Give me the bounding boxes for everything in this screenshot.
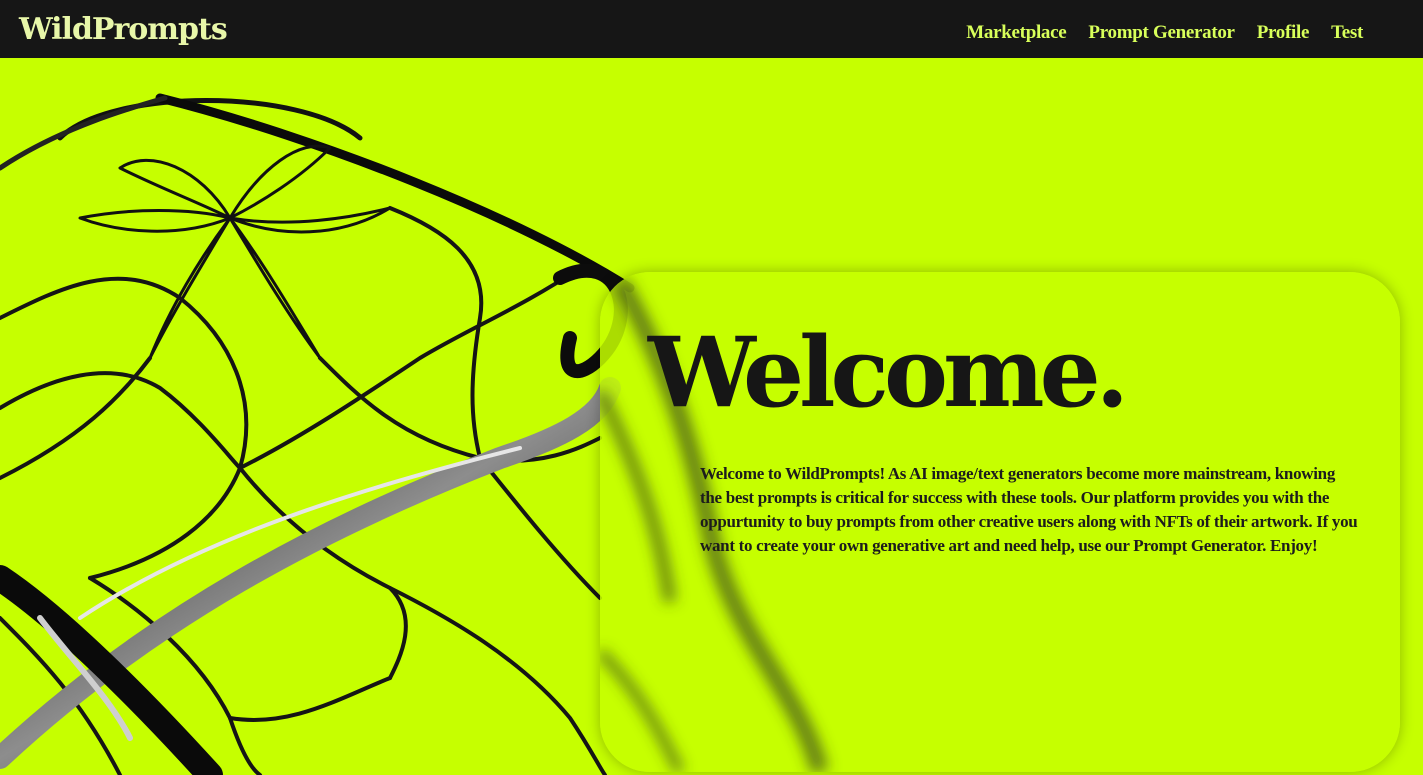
nav-link-marketplace[interactable]: Marketplace	[966, 22, 1066, 44]
welcome-card: Welcome. Welcome to WildPrompts! As AI i…	[600, 272, 1400, 772]
welcome-heading: Welcome.	[648, 316, 1129, 429]
logo[interactable]: WildPrompts	[19, 12, 228, 47]
main-nav: Marketplace Prompt Generator Profile Tes…	[966, 22, 1363, 44]
nav-link-prompt-generator[interactable]: Prompt Generator	[1088, 22, 1235, 44]
nav-link-profile[interactable]: Profile	[1257, 22, 1310, 44]
welcome-description: Welcome to WildPrompts! As AI image/text…	[700, 464, 1358, 555]
nav-link-test[interactable]: Test	[1331, 22, 1363, 44]
top-navbar: WildPrompts Marketplace Prompt Generator…	[0, 0, 1423, 58]
